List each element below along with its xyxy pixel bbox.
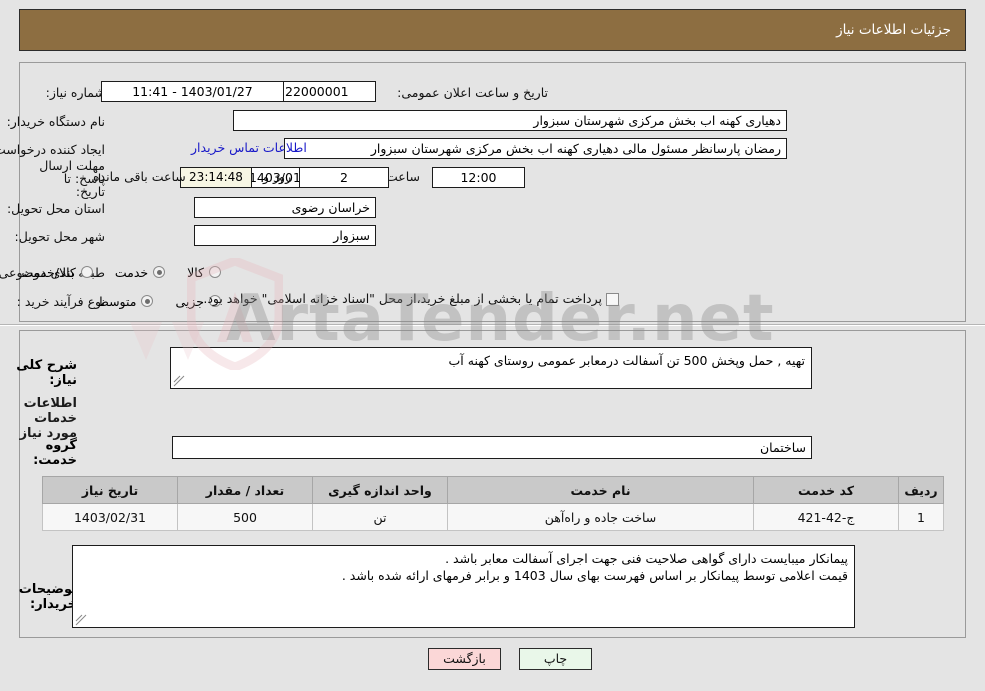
buyer-notes-label: توضیحات خریدار: xyxy=(18,582,77,612)
general-desc-value: تهیه , حمل وپخش 500 تن آسفالت درمعابر عم… xyxy=(448,353,805,368)
field-announce-datetime: تاریخ و ساعت اعلان عمومی: xyxy=(391,81,548,103)
page-header: جزئیات اطلاعات نیاز xyxy=(19,9,966,51)
radio-icon[interactable] xyxy=(80,266,93,278)
category-option-kala-khedmat[interactable]: کالا/خدمت xyxy=(21,264,93,280)
category-option-label: کالا xyxy=(187,264,204,280)
radio-icon[interactable] xyxy=(209,266,221,278)
resize-grip-icon[interactable] xyxy=(173,375,185,387)
treasury-checkbox[interactable] xyxy=(606,293,619,306)
general-desc-textarea[interactable]: تهیه , حمل وپخش 500 تن آسفالت درمعابر عم… xyxy=(170,347,812,389)
category-option-khedmat[interactable]: خدمت xyxy=(114,264,166,280)
province-label: استان محل تحویل: xyxy=(6,200,105,216)
field-creator: ایجاد کننده درخواست: xyxy=(0,138,105,160)
category-option-label: کالا/خدمت xyxy=(21,264,76,280)
cell-quantity: 500 xyxy=(177,503,313,531)
field-province: استان محل تحویل: xyxy=(1,197,105,219)
general-desc-label: شرح کلی نیاز: xyxy=(16,358,77,388)
col-unit: واحد اندازه گیری xyxy=(312,476,448,504)
cell-service-name: ساخت جاده و راه‌آهن xyxy=(447,503,754,531)
page-title: جزئیات اطلاعات نیاز xyxy=(836,22,951,38)
treasury-note: پرداخت تمام یا بخشی از مبلغ خرید،از محل … xyxy=(203,291,602,306)
category-option-label: خدمت xyxy=(114,264,149,280)
category-radio-group: کالا خدمت کالا/خدمت xyxy=(0,261,221,283)
field-buyer-org: نام دستگاه خریدار: xyxy=(1,110,105,132)
buyer-org-value: دهیاری کهنه اب بخش مرکزی شهرستان سبزوار xyxy=(233,110,787,131)
services-section-title: اطلاعات خدمات مورد نیاز xyxy=(19,396,77,441)
announce-datetime-label: تاریخ و ساعت اعلان عمومی: xyxy=(397,84,548,100)
cell-need-date: 1403/02/31 xyxy=(42,503,178,531)
col-row-no: ردیف xyxy=(898,476,944,504)
announce-datetime-value: 1403/01/27 - 11:41 xyxy=(101,81,284,102)
remaining-time-label: ساعت باقی مانده xyxy=(93,169,186,184)
radio-icon[interactable] xyxy=(153,266,166,278)
creator-value: رمضان پارسانظر مسئول مالی دهیاری کهنه اب… xyxy=(284,138,787,159)
city-value: سبزوار xyxy=(194,225,376,246)
col-service-name: نام خدمت xyxy=(447,476,754,504)
buyer-org-label: نام دستگاه خریدار: xyxy=(6,113,105,129)
buyer-contact-link[interactable]: اطلاعات تماس خریدار xyxy=(185,140,313,155)
need-number-label: شماره نیاز: xyxy=(45,84,105,100)
deadline-label-line2: تاریخ: xyxy=(75,183,105,199)
back-button[interactable]: بازگشت xyxy=(428,648,501,670)
table-header-row: ردیف کد خدمت نام خدمت واحد اندازه گیری ت… xyxy=(42,476,944,504)
table-row[interactable]: 1 ج-42-421 ساخت جاده و راه‌آهن تن 500 14… xyxy=(42,503,944,531)
cell-row-no: 1 xyxy=(898,503,944,531)
city-label: شهر محل تحویل: xyxy=(14,228,105,244)
remaining-days-value: 2 xyxy=(299,167,389,188)
cell-service-code: ج-42-421 xyxy=(753,503,899,531)
col-need-date: تاریخ نیاز xyxy=(42,476,178,504)
cell-unit: تن xyxy=(312,503,448,531)
remaining-countdown-value: 23:14:48 xyxy=(180,167,252,188)
remaining-days-label: روز و xyxy=(263,169,292,184)
col-service-code: کد خدمت xyxy=(753,476,899,504)
section-divider xyxy=(0,324,985,326)
buyer-notes-line-1: پیمانکار میبایست دارای گواهی صلاحیت فنی … xyxy=(445,551,848,566)
services-table: ردیف کد خدمت نام خدمت واحد اندازه گیری ت… xyxy=(42,476,944,531)
print-button[interactable]: چاپ xyxy=(519,648,592,670)
service-group-value[interactable]: ساختمان xyxy=(172,436,812,459)
buyer-notes-textarea[interactable]: پیمانکار میبایست دارای گواهی صلاحیت فنی … xyxy=(72,545,855,628)
resize-grip-icon[interactable] xyxy=(75,614,87,626)
buyer-notes-line-2: قیمت اعلامی توسط پیمانکار بر اساس فهرست … xyxy=(341,568,848,583)
category-option-kala[interactable]: کالا xyxy=(187,265,221,280)
field-need-number: شماره نیاز: xyxy=(40,81,105,103)
province-value: خراسان رضوی xyxy=(194,197,376,218)
service-group-label: گروه خدمت: xyxy=(33,438,77,468)
creator-label: ایجاد کننده درخواست: xyxy=(0,141,105,157)
deadline-hour-value: 12:00 xyxy=(432,167,525,188)
col-quantity: تعداد / مقدار xyxy=(177,476,313,504)
field-city: شهر محل تحویل: xyxy=(9,225,105,247)
